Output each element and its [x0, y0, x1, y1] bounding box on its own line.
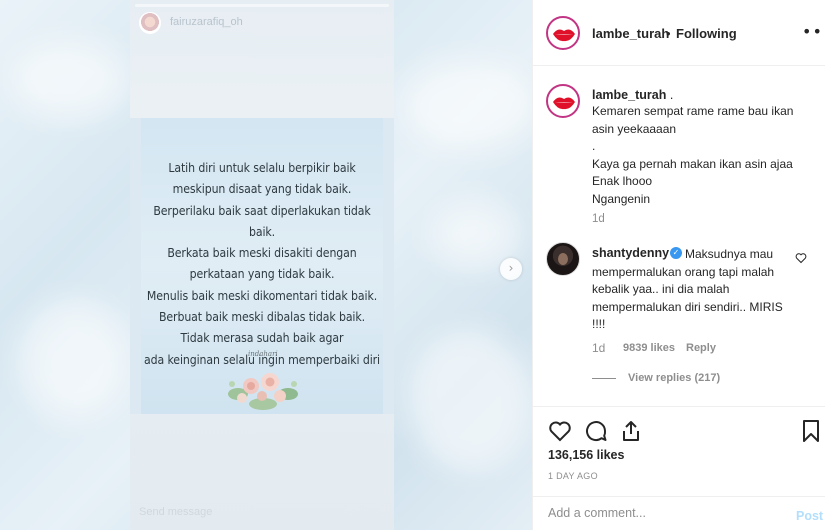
avatar[interactable] — [546, 16, 580, 50]
lips-icon — [553, 29, 575, 42]
post-header: lambe_turah • Following ••• — [533, 0, 825, 66]
add-comment-bar: Post — [533, 496, 825, 530]
more-vertical-icon[interactable]: ⋮ — [377, 505, 389, 519]
quote-line: perkataan yang tidak baik. — [189, 267, 335, 282]
caption-username[interactable]: lambe_turah . — [592, 88, 673, 102]
post-button[interactable]: Post — [796, 509, 823, 523]
header-separator: • — [666, 26, 671, 41]
reply-button[interactable]: Reply — [686, 342, 716, 354]
following-button[interactable]: Following — [676, 26, 737, 41]
caption-line: Kemaren sempat rame rame bau ikan asin y… — [592, 104, 794, 136]
quote-line: Berbuat baik meski dibalas tidak baik. — [158, 310, 366, 325]
caption-text: Kemaren sempat rame rame bau ikan asin y… — [592, 103, 814, 208]
post-panel: lambe_turah • Following ••• lambe_turah … — [532, 0, 825, 530]
likes-count[interactable]: 136,156 likes — [548, 448, 624, 462]
comment-icon[interactable] — [584, 419, 608, 443]
lips-icon — [553, 97, 575, 110]
comment-time: 1d — [592, 341, 606, 355]
comment-like-heart-icon[interactable] — [795, 252, 807, 264]
caption-line: . — [592, 139, 596, 153]
story-pager — [240, 520, 275, 530]
caption-line: Enak lhooo — [592, 174, 653, 188]
heart-icon[interactable] — [548, 419, 572, 443]
post-time[interactable]: 1 DAY AGO — [548, 471, 598, 481]
send-message-input[interactable]: Send message — [139, 506, 212, 518]
post-actions: 136,156 likes 1 DAY AGO — [533, 406, 825, 496]
comment-text: Maksudnya mau mempermalukan orang tapi m… — [592, 247, 783, 331]
story-username[interactable]: fairuzarafiq_oh — [170, 16, 243, 28]
story-frame[interactable]: fairuzarafiq_oh Latih diri untuk selalu … — [130, 0, 394, 530]
more-icon[interactable]: ••• — [802, 22, 825, 41]
view-replies-button[interactable]: View replies (217) — [592, 372, 720, 384]
story-progress-bar — [135, 4, 389, 7]
share-icon[interactable] — [619, 419, 643, 443]
bookmark-icon[interactable] — [799, 419, 823, 443]
story-avatar[interactable] — [139, 12, 161, 34]
caption-line: Ngangenin — [592, 191, 651, 206]
quote-line: Latih diri untuk selalu berpikir baik — [168, 161, 356, 175]
caption-avatar[interactable] — [546, 84, 580, 118]
quote-line: Tidak merasa sudah baik agar — [180, 331, 344, 346]
add-person-icon[interactable]: +☺ — [346, 505, 369, 519]
next-arrow-icon[interactable]: › — [500, 258, 522, 280]
quote-line: Berperilaku baik saat diperlakukan tidak… — [153, 203, 371, 239]
caption-time: 1d — [592, 213, 605, 225]
quote-signature: indahari — [248, 350, 278, 358]
caption-dot: . — [669, 88, 674, 102]
quote-line: Berkata baik meski disakiti dengan — [167, 246, 357, 261]
story-quote-text: Latih diri untuk selalu berpikir baik me… — [141, 158, 383, 371]
flower-bouquet-icon — [228, 373, 298, 410]
media-viewer: fairuzarafiq_oh Latih diri untuk selalu … — [0, 0, 532, 530]
comment-likes[interactable]: 9839 likes — [623, 342, 675, 354]
quote-line: meskipun disaat yang tidak baik. — [172, 182, 352, 197]
add-comment-input[interactable] — [548, 506, 778, 520]
replies-divider — [592, 377, 616, 379]
comment-meta: 1d 9839 likes Reply — [592, 341, 716, 355]
comment-avatar[interactable] — [546, 242, 580, 276]
quote-line: Menulis baik meski dikomentari tidak bai… — [146, 288, 378, 303]
header-username[interactable]: lambe_turah — [592, 26, 669, 41]
caption-line: Kaya ga pernah makan ikan asin ajaa — [592, 156, 793, 171]
